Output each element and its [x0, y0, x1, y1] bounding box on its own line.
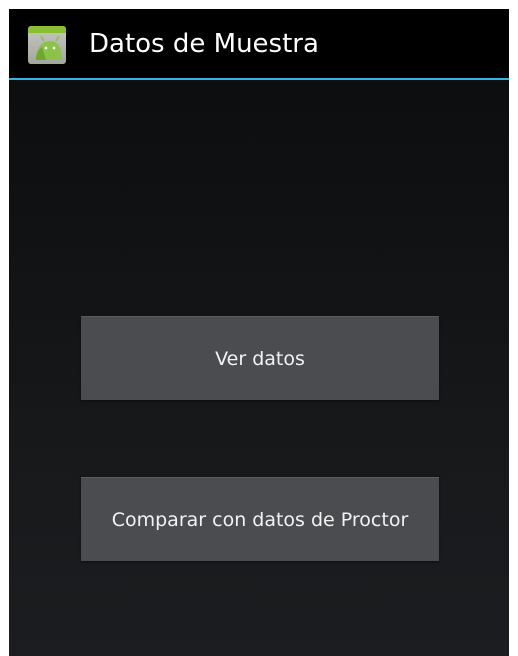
android-robot-icon: [36, 35, 62, 60]
action-bar: Datos de Muestra: [9, 9, 509, 80]
app-screen: Datos de Muestra Ver datos Comparar con …: [9, 9, 509, 656]
page-title: Datos de Muestra: [89, 29, 319, 59]
android-app-icon: [28, 26, 66, 64]
comparar-proctor-button[interactable]: Comparar con datos de Proctor: [81, 477, 439, 561]
ver-datos-button[interactable]: Ver datos: [81, 316, 439, 400]
